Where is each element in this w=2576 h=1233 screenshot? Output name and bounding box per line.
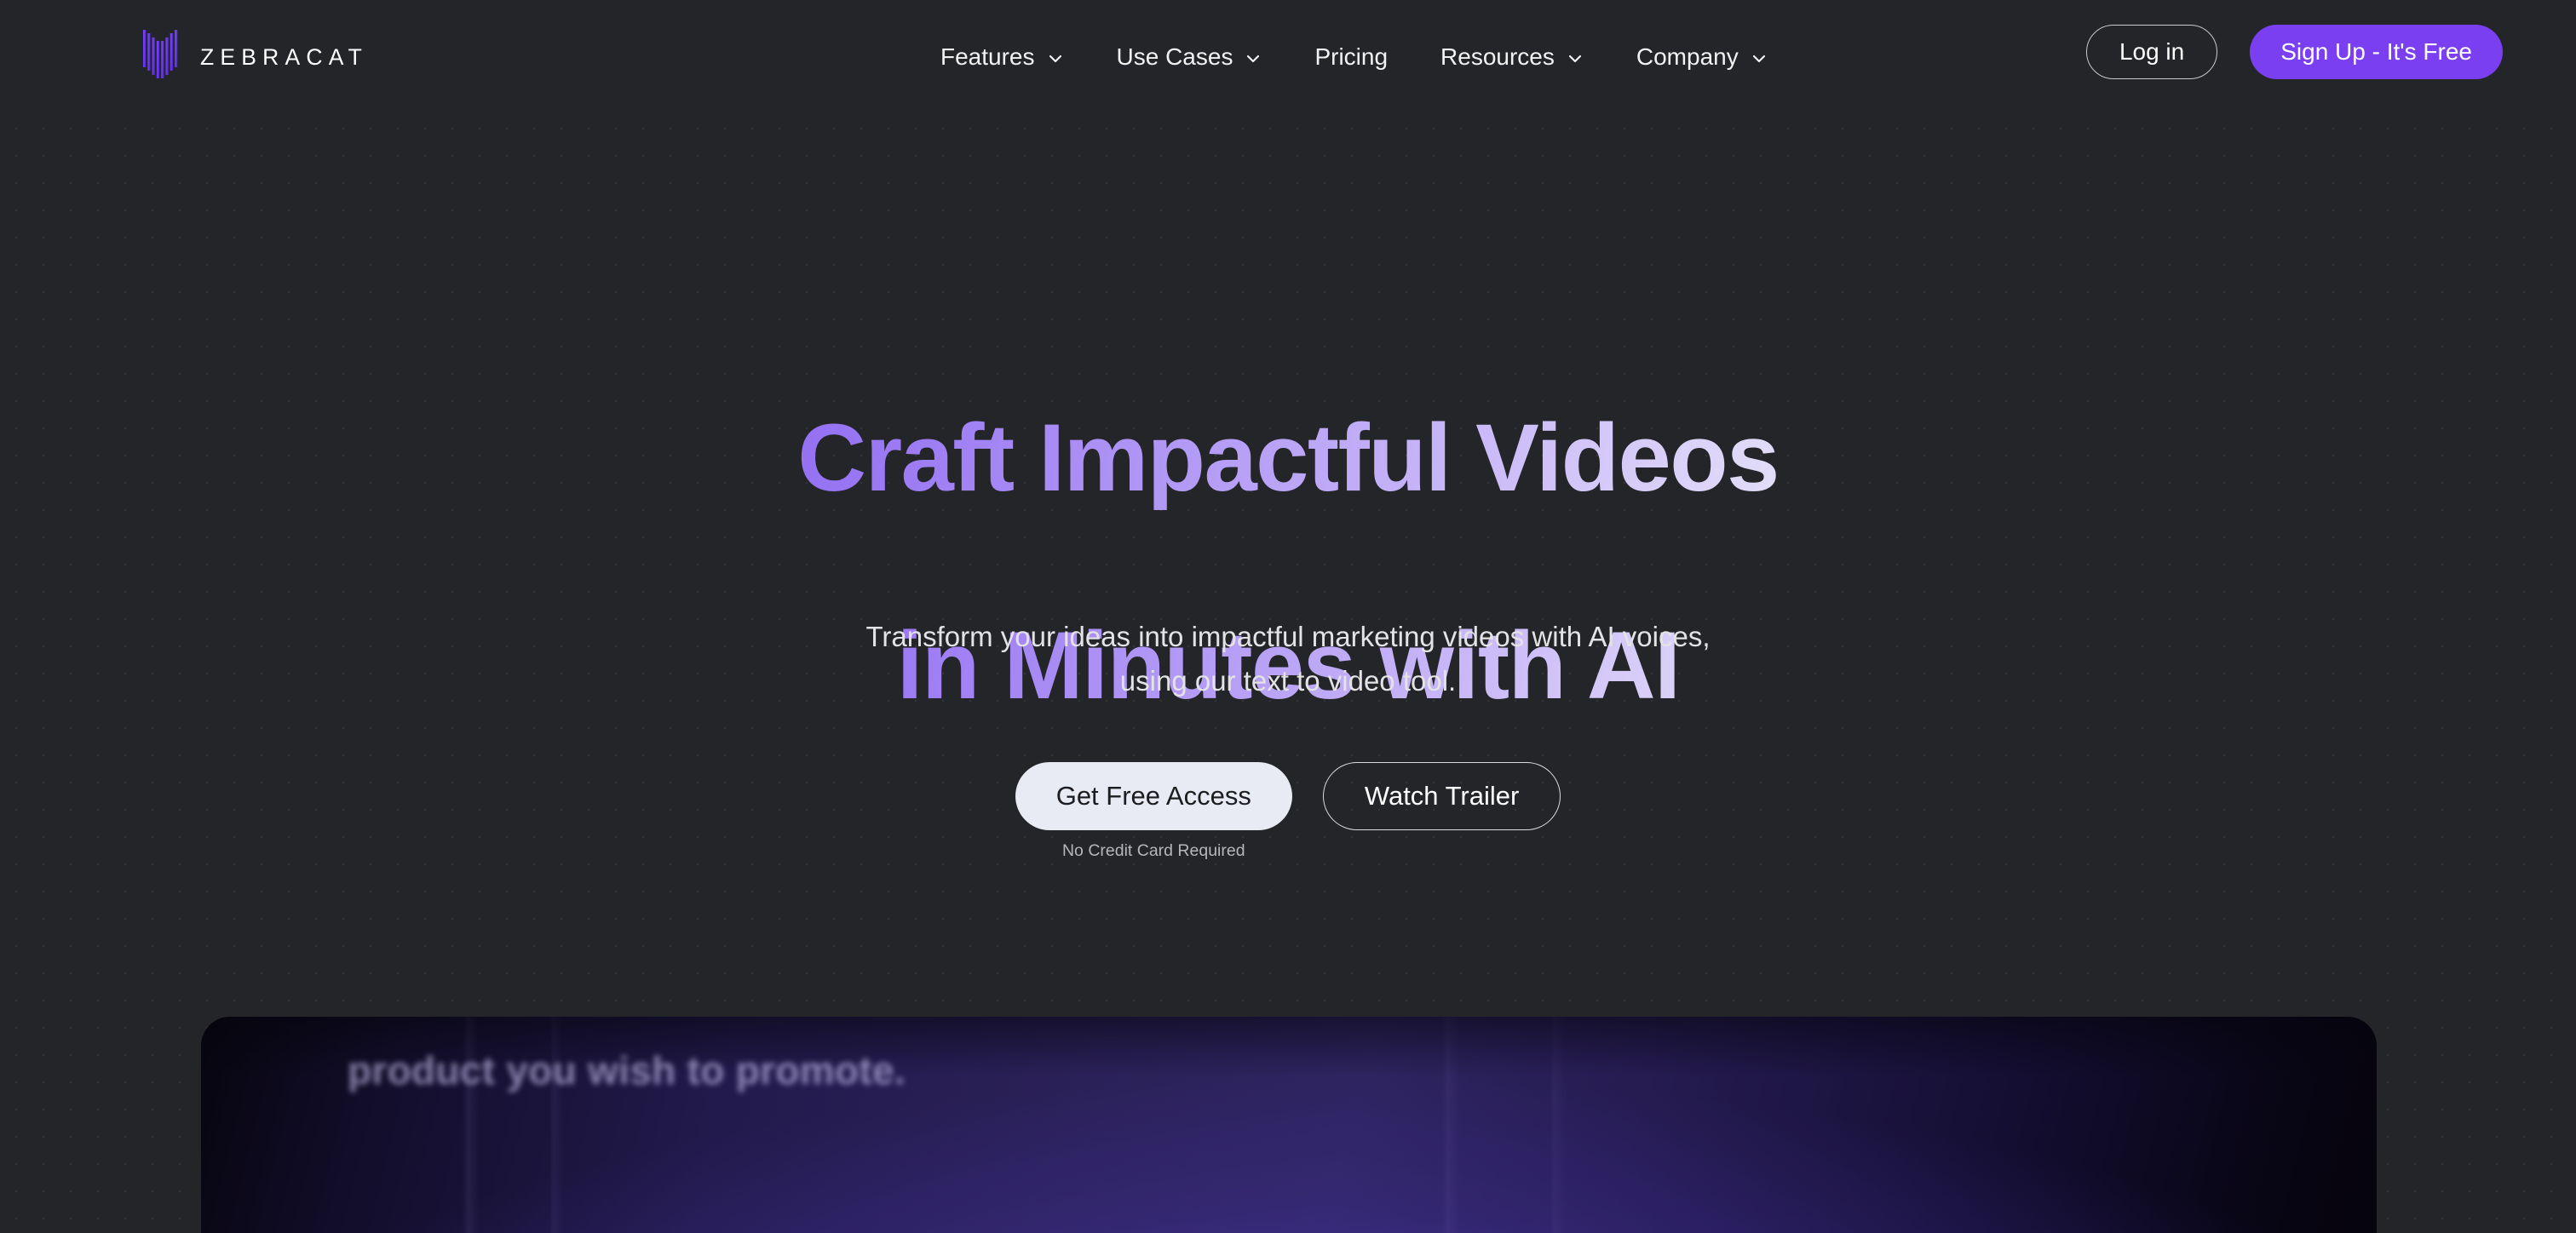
page-root: ZEBRACAT Features Use Cases Pricing Reso… [0, 0, 2576, 1233]
nav-label: Company [1636, 43, 1739, 70]
primary-cta-group: Get Free Access No Credit Card Required [1015, 762, 1292, 861]
nav-item-resources[interactable]: Resources [1414, 45, 1610, 69]
nav-label: Resources [1440, 43, 1555, 70]
preview-blurred-line-1: product you wish to promote. [348, 1048, 906, 1092]
nav-item-use-cases[interactable]: Use Cases [1090, 45, 1289, 69]
chevron-down-icon [1047, 50, 1064, 67]
hero-subtitle: Transform your ideas into impactful mark… [865, 621, 1711, 697]
page-title: Craft Impactful Videos in Minutes with A… [0, 302, 2576, 822]
nav-item-pricing[interactable]: Pricing [1288, 45, 1414, 69]
chevron-down-icon [1245, 50, 1262, 67]
product-preview-panel[interactable]: product you wish to promote. Video type … [201, 1017, 2377, 1233]
no-credit-card-note: No Credit Card Required [1061, 841, 1245, 860]
zebracat-bars-logo-icon [143, 30, 179, 83]
nav-item-company[interactable]: Company [1610, 45, 1794, 69]
site-header: ZEBRACAT Features Use Cases Pricing Reso… [0, 0, 2576, 128]
watch-trailer-button[interactable]: Watch Trailer [1322, 762, 1561, 830]
main-nav: Features Use Cases Pricing Resources Com… [914, 34, 1794, 80]
nav-item-features[interactable]: Features [914, 45, 1090, 69]
brand-wordmark: ZEBRACAT [200, 43, 368, 70]
login-button[interactable]: Log in [2085, 25, 2218, 79]
chevron-down-icon [1567, 50, 1584, 67]
nav-label: Features [940, 43, 1035, 70]
hero-cta-row: Get Free Access No Credit Card Required … [0, 762, 2576, 861]
signup-button[interactable]: Sign Up - It's Free [2250, 25, 2503, 79]
nav-label: Pricing [1314, 43, 1389, 70]
hero-title-line-1: Craft Impactful Videos [0, 405, 2576, 510]
header-actions: Log in Sign Up - It's Free [2085, 25, 2503, 79]
nav-label: Use Cases [1116, 43, 1233, 70]
get-free-access-button[interactable]: Get Free Access [1015, 762, 1292, 830]
chevron-down-icon [1751, 50, 1768, 67]
brand-logo-link[interactable]: ZEBRACAT [143, 30, 368, 83]
